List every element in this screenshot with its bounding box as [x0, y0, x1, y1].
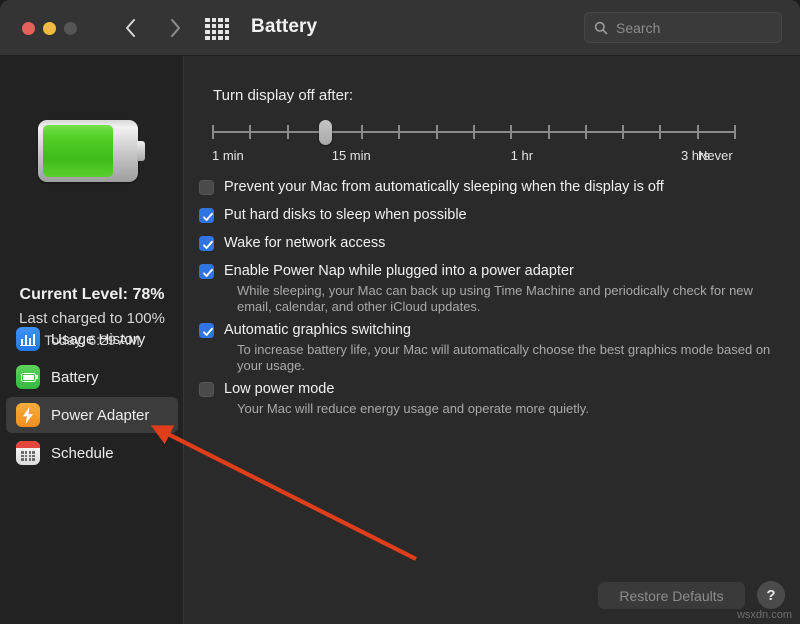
battery-nub [137, 141, 145, 161]
slider-tick [659, 125, 661, 139]
slider-tick-label: Never [698, 148, 733, 163]
display-sleep-slider[interactable] [212, 120, 736, 144]
window-titlebar: Battery [0, 0, 800, 56]
search-field[interactable] [584, 12, 782, 43]
forward-button[interactable] [161, 14, 189, 42]
sidebar-item-label: Battery [51, 369, 99, 386]
checkmark-icon [202, 211, 214, 223]
battery-fill [43, 125, 113, 177]
preferences-window: Battery Current Level: 78% Last charged … [0, 0, 800, 624]
option-row[interactable]: Put hard disks to sleep when possible [199, 206, 789, 225]
back-button[interactable] [116, 14, 144, 42]
zoom-button[interactable] [64, 22, 77, 35]
sidebar-item-label: Power Adapter [51, 407, 149, 424]
sidebar-item-power-adapter[interactable]: Power Adapter [6, 397, 178, 433]
slider-thumb[interactable] [319, 120, 332, 145]
sidebar-item-label: Schedule [51, 445, 114, 462]
slider-tick [585, 125, 587, 139]
slider-tick [398, 125, 400, 139]
battery-icon [16, 365, 40, 389]
option-description: While sleeping, your Mac can back up usi… [237, 283, 782, 315]
search-icon [594, 21, 608, 35]
option-row[interactable]: Prevent your Mac from automatically slee… [199, 178, 789, 197]
option-label: Automatic graphics switching [224, 321, 411, 340]
slider-tick [212, 125, 214, 139]
row-spacer [199, 197, 789, 206]
page-title: Battery [251, 16, 317, 38]
usage-history-icon [16, 327, 40, 351]
option-label: Prevent your Mac from automatically slee… [224, 178, 664, 197]
checkmark-icon [202, 239, 214, 251]
slider-tick [697, 125, 699, 139]
content-pane: Turn display off after: 1 min15 min1 hr3… [185, 56, 800, 624]
minimize-button[interactable] [43, 22, 56, 35]
option-label: Enable Power Nap while plugged into a po… [224, 262, 574, 281]
sidebar-item-battery[interactable]: Battery [6, 359, 178, 395]
slider-tick [622, 125, 624, 139]
option-checkbox[interactable] [199, 382, 214, 397]
slider-tick [436, 125, 438, 139]
option-row[interactable]: Enable Power Nap while plugged into a po… [199, 262, 789, 281]
display-sleep-label: Turn display off after: [213, 87, 353, 104]
option-checkbox[interactable] [199, 264, 214, 279]
current-level-text: Current Level: 78% [0, 286, 184, 304]
options-list: Prevent your Mac from automatically slee… [199, 178, 789, 423]
option-label: Wake for network access [224, 234, 385, 253]
slider-tick [361, 125, 363, 139]
option-row[interactable]: Wake for network access [199, 234, 789, 253]
option-label: Low power mode [224, 380, 334, 399]
help-button[interactable]: ? [757, 581, 785, 609]
option-checkbox[interactable] [199, 323, 214, 338]
sidebar-nav-list: Usage History Battery Power Adapter [6, 321, 178, 473]
sidebar: Current Level: 78% Last charged to 100% … [0, 56, 184, 624]
sidebar-item-schedule[interactable]: Schedule [6, 435, 178, 471]
option-label: Put hard disks to sleep when possible [224, 206, 467, 225]
close-button[interactable] [22, 22, 35, 35]
row-spacer [199, 225, 789, 234]
traffic-lights [22, 22, 77, 35]
slider-tick-label: 1 hr [511, 148, 533, 163]
slider-tick [287, 125, 289, 139]
slider-tick-label: 1 min [212, 148, 244, 163]
restore-defaults-button[interactable]: Restore Defaults [598, 582, 745, 609]
option-description: To increase battery life, your Mac will … [237, 342, 782, 374]
chevron-right-icon [169, 18, 182, 38]
schedule-calendar-icon [16, 441, 40, 465]
option-checkbox[interactable] [199, 180, 214, 195]
option-checkbox[interactable] [199, 236, 214, 251]
slider-tick [510, 125, 512, 139]
slider-tick [473, 125, 475, 139]
option-description: Your Mac will reduce energy usage and op… [237, 401, 782, 417]
option-row[interactable]: Automatic graphics switching [199, 321, 789, 340]
slider-tick [548, 125, 550, 139]
slider-tick [734, 125, 736, 139]
slider-tick [249, 125, 251, 139]
sidebar-item-usage-history[interactable]: Usage History [6, 321, 178, 357]
power-adapter-bolt-icon [16, 403, 40, 427]
option-checkbox[interactable] [199, 208, 214, 223]
slider-tick-label: 15 min [332, 148, 371, 163]
watermark-text: wsxdn.com [737, 609, 792, 621]
show-all-preferences-button[interactable] [205, 18, 229, 40]
checkmark-icon [202, 326, 214, 338]
sidebar-item-label: Usage History [51, 331, 145, 348]
battery-large-icon [38, 120, 145, 182]
search-input[interactable] [616, 20, 766, 36]
chevron-left-icon [124, 18, 137, 38]
option-row[interactable]: Low power mode [199, 380, 789, 399]
bolt-glyph [22, 407, 34, 424]
row-spacer [199, 253, 789, 262]
checkmark-icon [202, 267, 214, 279]
